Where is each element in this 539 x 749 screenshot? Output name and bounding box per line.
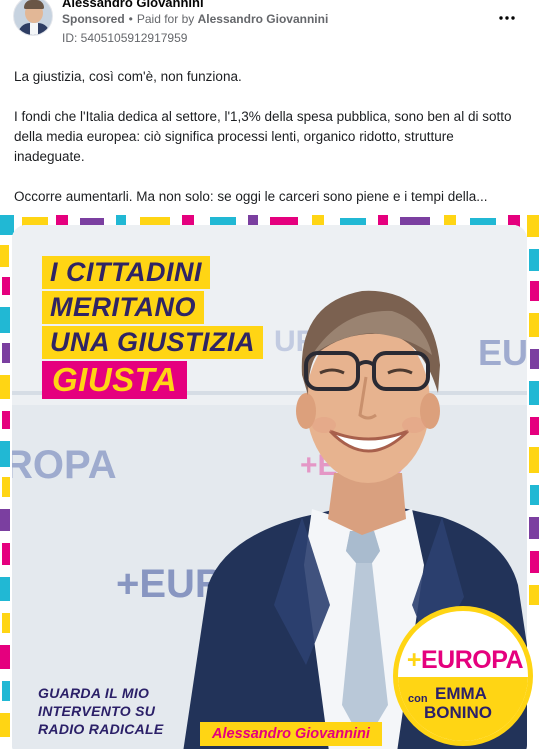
headline-line-4: GIUSTA bbox=[42, 361, 188, 399]
candidate-name-tag: Alessandro Giovannini bbox=[200, 722, 382, 746]
headline-line-1: I CITTADINI bbox=[42, 256, 210, 289]
avatar-hair bbox=[24, 0, 44, 9]
wall-text-ropa: ROPA bbox=[12, 443, 117, 487]
wall-text-eu: EU bbox=[478, 332, 527, 373]
cta-line-1: GUARDA IL MIO bbox=[38, 685, 150, 701]
headline-line-2: MERITANO bbox=[42, 291, 204, 324]
sponsored-label[interactable]: Sponsored bbox=[62, 12, 125, 26]
author-avatar[interactable] bbox=[13, 0, 53, 36]
paid-for-name[interactable]: Alessandro Giovannini bbox=[198, 12, 329, 26]
post-text: La giustizia, così com'è, non funziona. … bbox=[14, 67, 526, 207]
cta-line-3: RADIO RADICALE bbox=[38, 721, 164, 737]
headline: I CITTADINI MERITANO UNA GIUSTIZIA GIUST… bbox=[42, 256, 263, 401]
ad-id: ID: 5405105912917959 bbox=[62, 31, 188, 45]
logo-word: EUROPA bbox=[421, 646, 524, 674]
post-paragraph-3[interactable]: Occorre aumentarli. Ma non solo: se oggi… bbox=[14, 187, 526, 207]
headline-line-3: UNA GIUSTIZIA bbox=[42, 326, 263, 359]
ad-creative[interactable]: ROPA +EURO EU UR +EURO bbox=[0, 215, 539, 749]
post-paragraph-1: La giustizia, così com'è, non funziona. bbox=[14, 69, 242, 84]
more-dots-icon bbox=[499, 16, 515, 20]
post-paragraph-2: I fondi che l'Italia dedica al settore, … bbox=[14, 109, 512, 164]
europa-logo: +EUROPA con EMMA BONINO bbox=[393, 606, 533, 746]
logo-name-first: EMMA bbox=[435, 684, 487, 703]
logo-name-last: BONINO bbox=[424, 703, 492, 722]
avatar-collar bbox=[30, 23, 38, 35]
logo-plus: + bbox=[406, 646, 422, 674]
logo-wordmark: +EUROPA bbox=[400, 646, 528, 675]
author-name[interactable]: Alessandro Giovannini bbox=[62, 0, 204, 10]
cta-line-2: INTERVENTO SU bbox=[38, 703, 156, 719]
post-header: Alessandro Giovannini Sponsored • Paid for… bbox=[0, 0, 539, 52]
post-meta: Sponsored • Paid for by Alessandro Giovann… bbox=[62, 12, 328, 26]
meta-separator: • bbox=[128, 12, 133, 26]
cta-text: GUARDA IL MIO INTERVENTO SU RADIO RADICA… bbox=[38, 684, 213, 738]
paid-for-prefix: Paid for by bbox=[136, 12, 195, 26]
more-options-button[interactable] bbox=[497, 8, 517, 28]
